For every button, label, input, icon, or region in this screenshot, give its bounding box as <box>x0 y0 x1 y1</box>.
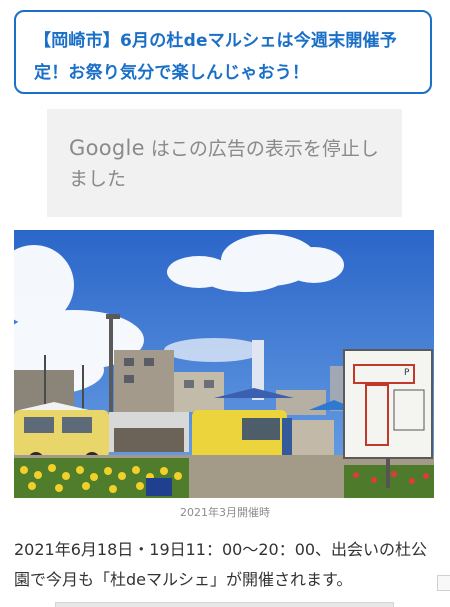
google-logo-text: Google <box>69 135 145 160</box>
article-intro: 2021年6月18日・19日11：00〜20：00、出会いの杜公園で今月も「杜d… <box>14 540 428 589</box>
market-scene-image: P <box>14 230 434 498</box>
bottom-bar <box>55 602 394 607</box>
scroll-indicator[interactable] <box>437 575 450 591</box>
headline-link[interactable]: 【岡崎市】6月の杜deマルシェは今週末開催予定！お祭り気分で楽しんじゃおう！ <box>34 25 412 89</box>
headline-card[interactable]: 【岡崎市】6月の杜deマルシェは今週末開催予定！お祭り気分で楽しんじゃおう！ <box>14 10 432 94</box>
sign-letter: P <box>404 368 410 378</box>
ad-message: Google はこの広告の表示を停止しました <box>69 133 380 194</box>
photo-caption: 2021年3月開催時 <box>180 506 270 519</box>
event-photo: P <box>14 230 434 498</box>
ad-placeholder: Google はこの広告の表示を停止しました <box>47 109 402 217</box>
